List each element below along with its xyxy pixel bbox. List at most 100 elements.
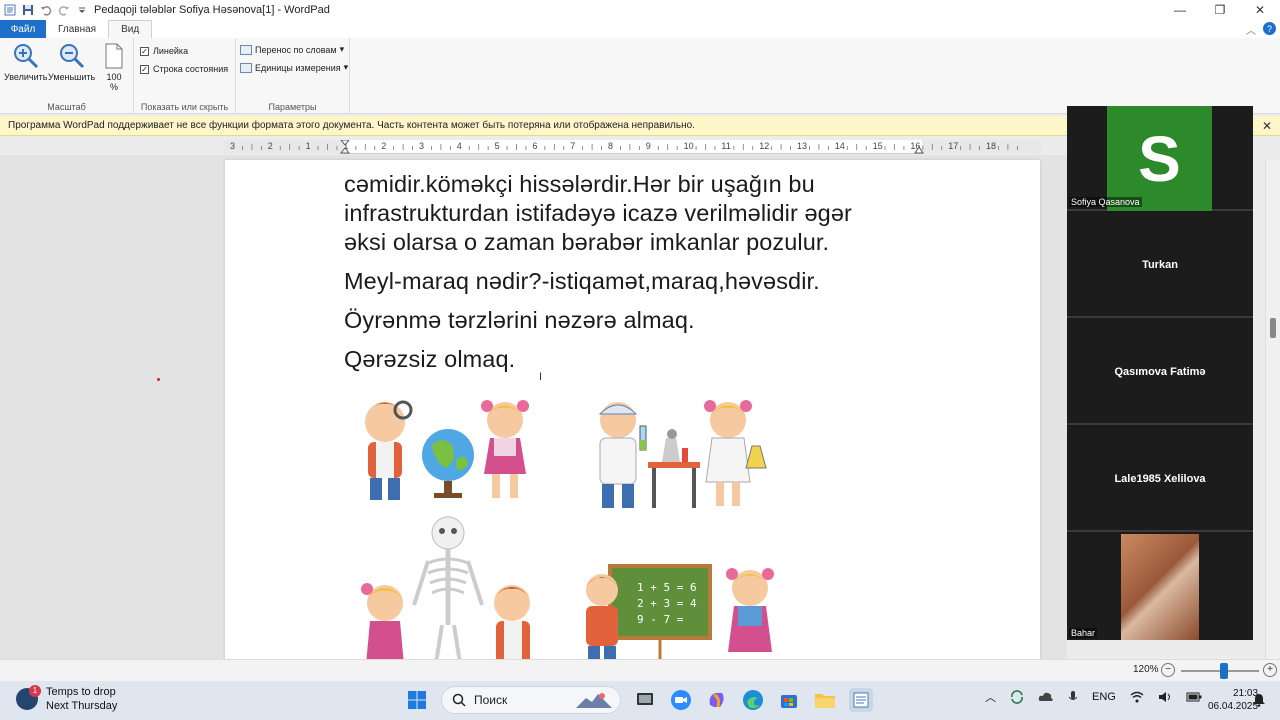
notification-badge: 1: [29, 685, 41, 697]
save-icon[interactable]: [22, 4, 34, 16]
zoom-100-button[interactable]: 100 %: [104, 42, 124, 92]
status-bar: 120% − +: [0, 659, 1280, 681]
edge-browser-button[interactable]: [741, 688, 765, 712]
kids-science-illustration: [598, 400, 767, 508]
windows-start-icon: [408, 691, 426, 709]
indent-marker-icon[interactable]: [340, 140, 350, 154]
wordpad-taskbar-button[interactable]: [849, 688, 873, 712]
tab-view[interactable]: Вид: [108, 20, 153, 38]
wordpad-app-icon: [4, 4, 16, 16]
chalkboard-line-1: 1 + 5 = 6: [637, 581, 697, 594]
sync-icon[interactable]: [1010, 690, 1024, 704]
participant-tile-5[interactable]: Bahar: [1067, 534, 1253, 640]
zoom-out-button[interactable]: −: [1161, 663, 1175, 677]
store-button[interactable]: [777, 688, 801, 712]
cloud-icon[interactable]: [1038, 691, 1054, 703]
document-scroll-area[interactable]: cəmidir.köməkçi hissələrdir.Hər bir uşağ…: [0, 155, 1067, 659]
participant-tile-2[interactable]: Turkan: [1067, 213, 1253, 318]
participant-name: Qasımova Fatimə: [1114, 366, 1206, 378]
chevron-up-icon[interactable]: ︿: [985, 689, 996, 705]
chalkboard-line-2: 2 + 3 = 4: [637, 597, 697, 610]
task-view-icon: [637, 693, 653, 705]
collapse-ribbon-icon[interactable]: ︿: [1246, 22, 1256, 37]
weather-text: Temps to drop Next Thursday: [46, 685, 117, 713]
statusbar-checkbox[interactable]: ✓: [140, 64, 149, 74]
edge-icon: [743, 690, 763, 710]
group-label-show-hide: Показать или скрыть: [140, 102, 229, 112]
start-button[interactable]: [405, 688, 429, 712]
weather-widget[interactable]: 1 Temps to drop Next Thursday: [16, 685, 117, 713]
zoom-out-button[interactable]: Уменьшить: [48, 42, 95, 82]
weather-line-1: Temps to drop: [46, 686, 116, 698]
participant-tile-1[interactable]: S Sofiya Qasanova: [1067, 106, 1253, 211]
ruler-number: 4: [456, 141, 462, 151]
clock-date: 06.04.2025: [1208, 701, 1259, 712]
copilot-button[interactable]: [705, 688, 729, 712]
search-highlight-icon: [576, 693, 612, 708]
maximize-button[interactable]: ❐: [1200, 0, 1240, 20]
text-cursor-icon: I: [539, 371, 543, 383]
task-view-button[interactable]: [633, 688, 657, 712]
close-button[interactable]: ✕: [1240, 0, 1280, 20]
microphone-icon[interactable]: [1068, 690, 1078, 704]
wifi-icon[interactable]: [1130, 691, 1144, 703]
doc-line-6: Qərəzsiz olmaq.: [344, 346, 516, 372]
help-icon[interactable]: ?: [1263, 22, 1276, 35]
participant-tile-3[interactable]: Qasımova Fatimə: [1067, 320, 1253, 425]
kids-globe-illustration: [365, 400, 529, 500]
zoom-slider-handle[interactable]: [1219, 663, 1228, 679]
vertical-scrollbar[interactable]: [1265, 160, 1280, 659]
kids-skeleton-illustration: [361, 516, 530, 659]
ruler-checkbox-row[interactable]: ✓ Линейка: [140, 46, 188, 56]
zoom-app-button[interactable]: [669, 688, 693, 712]
participant-name: Bahar: [1069, 628, 1098, 638]
participant-name: Sofiya Qasanova: [1069, 197, 1142, 207]
tab-home[interactable]: Главная: [46, 20, 108, 38]
window-title: Pedaqoji tələblər Sofiya Həsənova[1] - W…: [94, 4, 330, 16]
doc-line-2: infrastrukturdan istifadəyə icazə verilm…: [344, 200, 852, 226]
minimize-button[interactable]: —: [1160, 0, 1200, 20]
zoom-in-button[interactable]: +: [1263, 663, 1277, 677]
taskbar: 1 Temps to drop Next Thursday Поиск ︿ EN…: [0, 681, 1280, 720]
redo-icon[interactable]: [58, 4, 70, 16]
weather-icon: 1: [16, 685, 41, 710]
ruler-checkbox-label: Линейка: [153, 46, 189, 56]
ruler-number: 12: [759, 141, 770, 151]
chevron-down-icon: ▾: [343, 62, 349, 72]
taskbar-search[interactable]: Поиск: [441, 686, 621, 714]
store-icon: [781, 695, 797, 708]
units-dropdown[interactable]: Единицы измерения ▾: [240, 62, 348, 73]
statusbar-checkbox-label: Строка состояния: [153, 64, 229, 74]
undo-icon[interactable]: [40, 4, 52, 16]
avatar-initial: S: [1138, 122, 1181, 195]
ruler-checkbox[interactable]: ✓: [140, 46, 149, 56]
battery-icon[interactable]: [1186, 692, 1202, 702]
volume-icon[interactable]: [1158, 691, 1172, 703]
ruler-number: 6: [532, 141, 538, 151]
participant-tile-4[interactable]: Lale1985 Xelilova: [1067, 427, 1253, 532]
page-icon: [105, 43, 123, 69]
folder-icon: [815, 694, 835, 708]
file-explorer-button[interactable]: [813, 688, 837, 712]
title-bar: Pedaqoji tələblər Sofiya Həsənova[1] - W…: [0, 0, 1280, 20]
ruler-number: 2: [267, 141, 273, 151]
zoom-in-label: Увеличить: [4, 72, 48, 82]
document-page[interactable]: cəmidir.köməkçi hissələrdir.Hər bir uşağ…: [225, 160, 1040, 659]
scrollbar-thumb[interactable]: [1270, 318, 1276, 338]
ruler[interactable]: 3 2 1 1 2 3 4 5 6 7 8 9 10 11 12 13 14 15 16 17 18: [224, 140, 1042, 154]
clock[interactable]: 21:03 06.04.2025: [1208, 687, 1258, 713]
statusbar-checkbox-row[interactable]: ✓ Строка состояния: [140, 64, 228, 74]
infobar-close-icon[interactable]: ✕: [1262, 119, 1272, 133]
system-tray: ︿ ENG: [985, 689, 1202, 705]
word-wrap-dropdown[interactable]: Перенос по словам ▾: [240, 44, 344, 55]
customize-toolbar-icon[interactable]: [76, 4, 88, 16]
zoom-in-button[interactable]: Увеличить: [4, 42, 47, 82]
chevron-down-icon: ▾: [339, 44, 345, 54]
ruler-number: 18: [986, 141, 997, 151]
right-indent-marker-icon[interactable]: [914, 144, 924, 154]
input-language[interactable]: ENG: [1092, 691, 1116, 703]
tab-file[interactable]: Файл: [0, 20, 46, 38]
notification-bell-icon[interactable]: [1252, 693, 1266, 707]
ruler-number: 9: [645, 141, 651, 151]
search-placeholder: Поиск: [474, 693, 508, 707]
